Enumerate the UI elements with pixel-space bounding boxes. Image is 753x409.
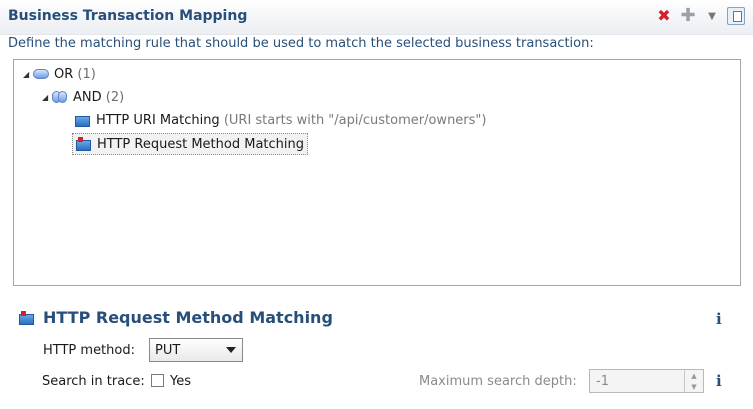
max-search-depth-label: Maximum search depth: [419, 374, 577, 389]
uri-matching-detail: (URI starts with "/api/customer/owners") [223, 112, 487, 128]
and-label: AND [73, 89, 102, 105]
spinner-up-icon[interactable]: ▲ [685, 370, 703, 381]
http-method-label: HTTP method: [43, 343, 135, 358]
details-title: HTTP Request Method Matching [19, 308, 333, 327]
http-method-select[interactable]: PUT [149, 338, 243, 362]
tree-node-and[interactable]: ◢ AND (2) [42, 87, 124, 107]
add-icon[interactable]: ✚ [679, 7, 697, 25]
uri-matching-label: HTTP URI Matching [96, 112, 220, 128]
matcher-flag-icon [76, 137, 92, 151]
expand-arrow-icon[interactable]: ◢ [23, 70, 33, 79]
chevron-down-icon [226, 347, 236, 353]
and-count: (2) [105, 89, 125, 105]
expand-arrow-icon[interactable]: ◢ [42, 93, 52, 102]
method-matching-label: HTTP Request Method Matching [97, 136, 304, 152]
matcher-icon [75, 113, 91, 127]
search-in-trace-yes-label[interactable]: Yes [170, 374, 191, 389]
chevron-down-icon[interactable]: ▼ [703, 7, 721, 25]
section-header: Business Transaction Mapping ✖ ✚ ▼ [0, 0, 753, 35]
spinner-buttons: ▲ ▼ [684, 370, 703, 392]
search-in-trace-checkbox[interactable] [151, 374, 164, 387]
header-toolbar: ✖ ✚ ▼ [655, 7, 745, 25]
max-search-depth-value: -1 [596, 373, 609, 389]
or-icon [33, 69, 49, 79]
tree-node-or[interactable]: ◢ OR (1) [23, 64, 96, 84]
rule-tree[interactable]: ◢ OR (1) ◢ AND (2) HTTP URI Matching (UR… [13, 59, 741, 286]
tree-node-method-matching[interactable]: HTTP Request Method Matching [72, 133, 308, 155]
http-method-value: PUT [155, 342, 181, 358]
info-icon-depth[interactable]: i [716, 372, 722, 390]
or-count: (1) [77, 66, 96, 82]
max-search-depth-spinner[interactable]: -1 ▲ ▼ [589, 369, 704, 393]
matcher-flag-icon [19, 310, 35, 325]
and-icon [52, 91, 68, 103]
close-icon[interactable]: ✖ [655, 7, 673, 25]
details-title-text: HTTP Request Method Matching [43, 308, 333, 327]
spinner-down-icon[interactable]: ▼ [685, 381, 703, 392]
section-title: Business Transaction Mapping [8, 8, 248, 24]
tree-node-uri-matching[interactable]: HTTP URI Matching (URI starts with "/api… [75, 110, 486, 130]
description-text: Define the matching rule that should be … [8, 36, 594, 51]
or-label: OR [54, 66, 74, 82]
info-icon[interactable]: i [716, 310, 722, 328]
view-menu-icon[interactable] [727, 7, 745, 25]
search-in-trace-label: Search in trace: [42, 374, 145, 389]
